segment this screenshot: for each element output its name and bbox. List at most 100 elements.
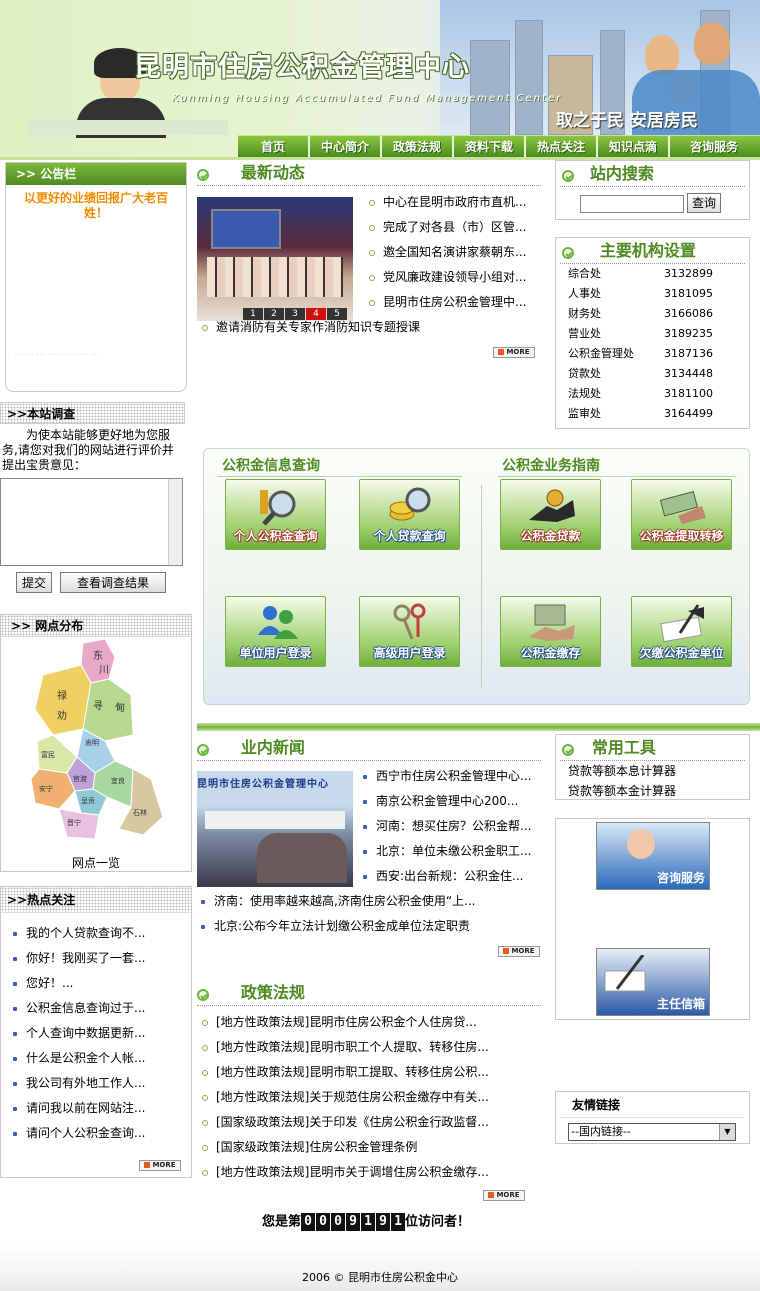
policy-item[interactable]: [国家级政策法规]住房公积金管理条例 — [202, 1135, 541, 1160]
latest-more-link[interactable]: MORE — [493, 347, 535, 358]
org-row: 公积金管理处 3187136 — [568, 347, 713, 360]
consult-service-banner[interactable]: 咨询服务 — [596, 822, 710, 890]
company-user-login-tile[interactable]: 单位用户登录 — [225, 596, 326, 667]
map-label-2: 禄 — [57, 689, 67, 702]
nav-about[interactable]: 中心简介 — [310, 136, 382, 158]
director-mailbox-banner[interactable]: 主任信箱 — [596, 948, 710, 1016]
section-bullet-icon — [197, 743, 209, 756]
kunming-map[interactable]: 东 川 禄 劝 寻 甸 嵩 明 富民 官渡 安宁 晋宁 呈贡 宜良 石林 — [23, 639, 173, 849]
notice-title: >> 公告栏 — [16, 167, 77, 181]
policy-item[interactable]: [地方性政策法规]昆明市关于调增住房公积金缴存... — [202, 1160, 541, 1185]
bullet-icon — [202, 1094, 208, 1101]
latest-item[interactable]: 党风廉政建设领导小组对... — [369, 265, 539, 290]
orgs-panel: 主要机构设置 综合处 3132899 人事处 3181095 财务处 3166086 … — [555, 237, 750, 429]
hot-item[interactable]: 请问我以前在网站注... — [13, 1096, 191, 1121]
industry-extra-item[interactable]: 济南：使用率越来越高,济南住房公积金使用“上... — [201, 889, 541, 914]
page-root: { "header": { "title": "昆明市住房公积金管理中心", "… — [0, 0, 760, 1291]
policy-item[interactable]: [国家级政策法规]关于印发《住房公积金行政监督... — [202, 1110, 541, 1135]
latest-item[interactable]: 邀全国知名演讲家蔡朝东... — [369, 240, 539, 265]
search-button[interactable]: 查询 — [687, 193, 721, 213]
latest-extra-item[interactable]: 邀请消防有关专家作消防知识专题授课 — [202, 315, 502, 340]
industry-item[interactable]: 西安:出台新规：公积金住... — [363, 864, 539, 889]
personal-fund-query-tile[interactable]: 个人公积金查询 — [225, 479, 326, 550]
search-input[interactable] — [580, 195, 684, 213]
nav-downloads[interactable]: 资料下载 — [454, 136, 526, 158]
nav-consult[interactable]: 咨询服务 — [670, 136, 758, 158]
industry-photo[interactable]: 昆明市住房公积金管理中心 — [197, 771, 353, 887]
hot-list: 我的个人贷款查询不... 你好！我刚买了一套... 您好！... 公积金信息查询… — [1, 913, 191, 1146]
map-label-9: 官渡 — [73, 774, 87, 783]
policy-item[interactable]: [地方性政策法规]昆明市职工提取、转移住房公积... — [202, 1060, 541, 1085]
section-bullet-icon — [197, 988, 209, 1001]
orgs-table: 综合处 3132899 人事处 3181095 财务处 3166086 营业处 3189… — [556, 264, 749, 424]
policy-list: [地方性政策法规]昆明市住房公积金个人住房贷... [地方性政策法规]昆明市职工… — [202, 1010, 541, 1185]
fund-loan-tile[interactable]: 公积金贷款 — [500, 479, 601, 550]
fund-deposit-tile[interactable]: 公积金缴存 — [500, 596, 601, 667]
tool-link[interactable]: 贷款等额本息计算器 — [556, 761, 749, 781]
tool-link[interactable]: 贷款等额本金计算器 — [556, 781, 749, 801]
bullet-icon — [369, 199, 375, 206]
industry-header: 业内新闻 — [197, 735, 541, 761]
org-row: 营业处 3189235 — [568, 327, 713, 340]
policy-item[interactable]: [地方性政策法规]昆明市住房公积金个人住房贷... — [202, 1010, 541, 1035]
handshake-coin-icon — [529, 489, 575, 522]
policy-item[interactable]: [地方性政策法规]昆明市职工个人提取、转移住房... — [202, 1035, 541, 1060]
nav-home[interactable]: 首页 — [238, 136, 310, 158]
magnifier-icon — [260, 490, 296, 526]
visitor-counter: 您是第 0009191 位访问者！ — [262, 1212, 470, 1232]
map-label-4: 寻 — [93, 700, 103, 712]
survey-textarea[interactable] — [0, 478, 183, 566]
survey-results-button[interactable]: 查看调查结果 — [60, 572, 166, 593]
hot-item[interactable]: 我公司有外地工作人... — [13, 1071, 191, 1096]
counter-digits: 0009191 — [301, 1212, 406, 1232]
hot-item[interactable]: 什么是公积金个人帐... — [13, 1046, 191, 1071]
coins-icon — [389, 487, 431, 521]
bullet-icon — [369, 224, 375, 231]
latest-item[interactable]: 昆明市住房公积金管理中... — [369, 290, 539, 315]
bullet-icon — [13, 1081, 17, 1086]
industry-item[interactable]: 河南：想买住房？公积金帮... — [363, 814, 539, 839]
fund-withdraw-transfer-tile[interactable]: 公积金提取转移 — [631, 479, 732, 550]
hot-item[interactable]: 你好！我刚买了一套... — [13, 946, 191, 971]
links-select[interactable]: --国内链接-- ▼ — [568, 1123, 736, 1141]
advanced-user-login-tile[interactable]: 高级用户登录 — [359, 596, 460, 667]
policy-section: 政策法规 [地方性政策法规]昆明市住房公积金个人住房贷... [地方性政策法规]… — [197, 980, 541, 1205]
industry-item[interactable]: 北京：单位未缴公积金职工... — [363, 839, 539, 864]
nav-policy[interactable]: 政策法规 — [382, 136, 454, 158]
latest-photo[interactable]: 12345 — [197, 197, 353, 321]
hot-topics-panel: >>热点关注 我的个人贷款查询不... 你好！我刚买了一套... 您好！... … — [0, 886, 192, 1178]
survey-submit-button[interactable]: 提交 — [16, 572, 52, 593]
map-label-6: 嵩 — [85, 739, 92, 747]
latest-item[interactable]: 中心在昆明市政府市直机... — [369, 190, 539, 215]
personal-loan-query-tile[interactable]: 个人贷款查询 — [359, 479, 460, 550]
bullet-icon — [13, 1006, 17, 1011]
branch-map-panel: >> 网点分布 东 川 禄 劝 寻 甸 嵩 明 富民 官渡 安宁 晋宁 呈贡 宜… — [0, 614, 192, 872]
policy-item[interactable]: [地方性政策法规]关于规范住房公积金缴存中有关... — [202, 1085, 541, 1110]
bullet-icon — [363, 824, 367, 829]
hot-item[interactable]: 请问个人公积金查询... — [13, 1121, 191, 1146]
hot-item[interactable]: 您好！... — [13, 971, 191, 996]
org-row: 监审处 3164499 — [568, 407, 713, 420]
branch-caption[interactable]: 网点一览 — [1, 854, 191, 871]
map-label-13: 宜良 — [111, 776, 125, 785]
map-label-14: 石林 — [133, 808, 147, 817]
nav-hot[interactable]: 热点关注 — [526, 136, 598, 158]
industry-more-link[interactable]: MORE — [498, 946, 540, 957]
industry-item[interactable]: 南京公积金管理中心200... — [363, 789, 539, 814]
arrears-company-tile[interactable]: 欠缴公积金单位 — [631, 596, 732, 667]
industry-extra-item[interactable]: 北京:公布今年立法计划缴公积金成单位法定职责 — [201, 914, 541, 939]
nav-knowledge[interactable]: 知识点滴 — [598, 136, 670, 158]
latest-item[interactable]: 完成了对各县（市）区管... — [369, 215, 539, 240]
survey-header: >>本站调查 — [0, 402, 185, 424]
hot-item[interactable]: 我的个人贷款查询不... — [13, 921, 191, 946]
bullet-icon — [369, 274, 375, 281]
hot-item[interactable]: 个人查询中数据更新... — [13, 1021, 191, 1046]
hot-more-link[interactable]: MORE — [139, 1160, 181, 1171]
policy-header: 政策法规 — [197, 980, 541, 1006]
footer-text: 2006 © 昆明市住房公积金中心 — [302, 1271, 458, 1284]
policy-more-link[interactable]: MORE — [483, 1190, 525, 1201]
industry-item[interactable]: 西宁市住房公积金管理中心... — [363, 764, 539, 789]
hot-item[interactable]: 公积金信息查询过于... — [13, 996, 191, 1021]
map-label-11: 晋宁 — [67, 818, 81, 827]
bullet-icon — [13, 1056, 17, 1061]
